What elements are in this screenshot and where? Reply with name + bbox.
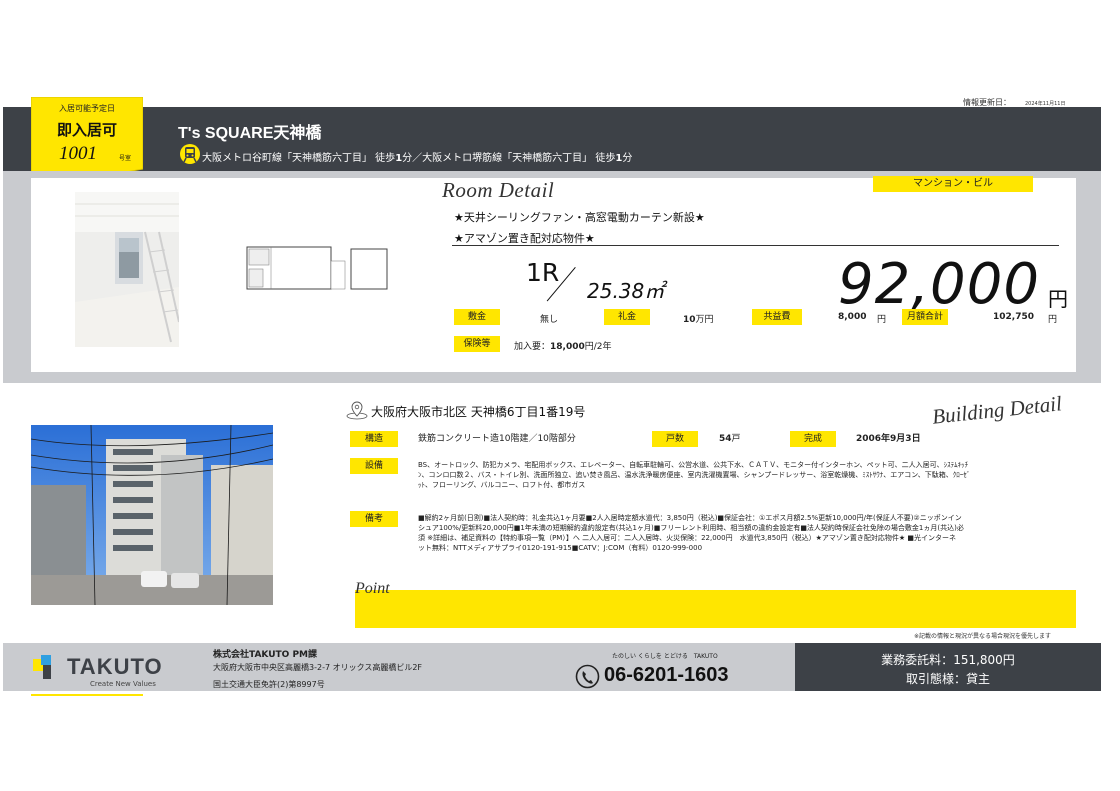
location-pin-icon bbox=[346, 401, 368, 420]
key-money-unit: 万円 bbox=[695, 315, 714, 325]
common-fee-unit: 円 bbox=[877, 315, 887, 325]
train-icon bbox=[180, 144, 200, 164]
property-title: T's SQUARE天神橋 bbox=[178, 119, 321, 143]
feature-line-1: ★天井シーリングファン・高窓電動カーテン新設★ bbox=[454, 211, 705, 224]
access-line-a: 大阪メトロ谷町線「天神橋筋六丁目」 徒歩 bbox=[202, 153, 396, 164]
access-b-unit: 分 bbox=[622, 153, 633, 164]
remarks-line-4: ット無料：NTTメディアサプライ0120-191-915■CATV：J:COM（… bbox=[418, 544, 703, 552]
point-heading: Point bbox=[355, 580, 390, 597]
key-money-tag: 礼金 bbox=[604, 309, 650, 325]
badge-room-suffix: 号室 bbox=[119, 155, 132, 162]
insurance: 加入要：18,000円/2年 bbox=[514, 339, 612, 352]
feature-divider bbox=[452, 245, 1059, 246]
key-money: 10万円 bbox=[683, 312, 714, 325]
room-detail-heading: Room Detail bbox=[442, 178, 555, 202]
monthly-total-unit: 円 bbox=[1048, 315, 1058, 325]
deposit-tag: 敷金 bbox=[454, 309, 500, 325]
point-bar bbox=[355, 590, 1076, 628]
update-label: 情報更新日： bbox=[963, 98, 1011, 107]
fee-value: 151,800円 bbox=[953, 653, 1015, 667]
remarks-tag: 備考 bbox=[350, 511, 398, 527]
phone-icon bbox=[575, 664, 600, 689]
rent-amount: 92,000 bbox=[838, 252, 1040, 317]
logo-underline bbox=[31, 694, 143, 696]
facilities-tag: 設備 bbox=[350, 458, 398, 474]
takuto-logo-mark-icon bbox=[33, 655, 51, 679]
building-exterior-photo bbox=[31, 425, 273, 605]
completed-value: 2006年9月3日 bbox=[856, 434, 921, 444]
floor-plan bbox=[246, 246, 388, 290]
badge-availability: 即入居可 bbox=[56, 121, 117, 139]
units-value: 54 bbox=[719, 434, 732, 444]
fee-label: 業務委託料： bbox=[881, 653, 954, 667]
badge-label: 入居可能予定日 bbox=[59, 104, 115, 113]
facilities-line-3: ｯﾄ、フローリング、バルコニー、ロフト付、都市ガス bbox=[418, 481, 586, 489]
title-jp: 天神橋 bbox=[273, 125, 322, 142]
title-en: T's SQUARE bbox=[178, 125, 274, 142]
insurance-value: 18,000 bbox=[550, 342, 585, 352]
commission-fee: 業務委託料：151,800円 bbox=[795, 651, 1101, 668]
completed-tag: 完成 bbox=[790, 431, 836, 447]
deal-value: 貸主 bbox=[966, 672, 991, 686]
room-layout: 1R bbox=[526, 258, 560, 287]
units-unit: 戸 bbox=[731, 434, 741, 444]
building-address: 大阪府大阪市北区 天神橋6丁目1番19号 bbox=[371, 405, 586, 419]
rent-unit: 円 bbox=[1048, 287, 1068, 311]
insurance-unit: 円/2年 bbox=[584, 342, 612, 352]
monthly-total-tag: 月額合計 bbox=[902, 309, 948, 325]
key-money-value: 10 bbox=[683, 315, 696, 325]
phone-number[interactable]: 06-6201-1603 bbox=[604, 664, 729, 687]
room-area: 25.38㎡ bbox=[587, 279, 665, 303]
feature-line-2: ★アマゾン置き配対応物件★ bbox=[454, 232, 595, 245]
units: 54戸 bbox=[719, 434, 741, 445]
disclaimer-note: ※記載の情報と現況が異なる場合現況を優先します bbox=[914, 633, 1052, 640]
access-line-b: 分／大阪メトロ堺筋線「天神橋筋六丁目」 徒歩 bbox=[402, 153, 616, 164]
structure-value: 鉄筋コンクリート造10階建／10階部分 bbox=[418, 434, 576, 444]
station-access: 大阪メトロ谷町線「天神橋筋六丁目」 徒歩1分／大阪メトロ堺筋線「天神橋筋六丁目」… bbox=[202, 149, 632, 164]
deal-label: 取引態様： bbox=[905, 672, 966, 686]
units-tag: 戸数 bbox=[652, 431, 698, 447]
insurance-prefix: 加入要： bbox=[514, 342, 551, 352]
monthly-total: 102,750 bbox=[993, 312, 1034, 322]
common-fee-value: 8,000 bbox=[838, 312, 867, 322]
insurance-tag: 保険等 bbox=[454, 336, 500, 352]
building-detail-heading: Building Detail bbox=[931, 391, 1063, 429]
badge-room-number: 1001 bbox=[59, 143, 97, 164]
company-license: 国土交通大臣免許(2)第8997号 bbox=[213, 680, 325, 689]
property-type-badge: マンション・ビル bbox=[873, 176, 1033, 192]
common-fee: 8,000 bbox=[838, 312, 866, 322]
transaction-type: 取引態様：貸主 bbox=[795, 670, 1101, 687]
monthly-total-value: 102,750 bbox=[993, 312, 1034, 322]
logo-tagline: Create New Values bbox=[90, 680, 156, 688]
common-fee-tag: 共益費 bbox=[752, 309, 802, 325]
structure-tag: 構造 bbox=[350, 431, 398, 447]
company-name: 株式会社TAKUTO PM課 bbox=[213, 650, 318, 660]
room-interior-photo bbox=[75, 192, 179, 347]
catchphrase: たのしい くらしを とどける TAKUTO bbox=[612, 653, 718, 660]
company-address: 大阪府大阪市中央区高麗橋3-2-7 オリックス高麗橋ビル2F bbox=[213, 663, 423, 672]
takuto-logo: TAKUTO bbox=[67, 654, 163, 679]
deposit-value: 無し bbox=[540, 315, 559, 325]
